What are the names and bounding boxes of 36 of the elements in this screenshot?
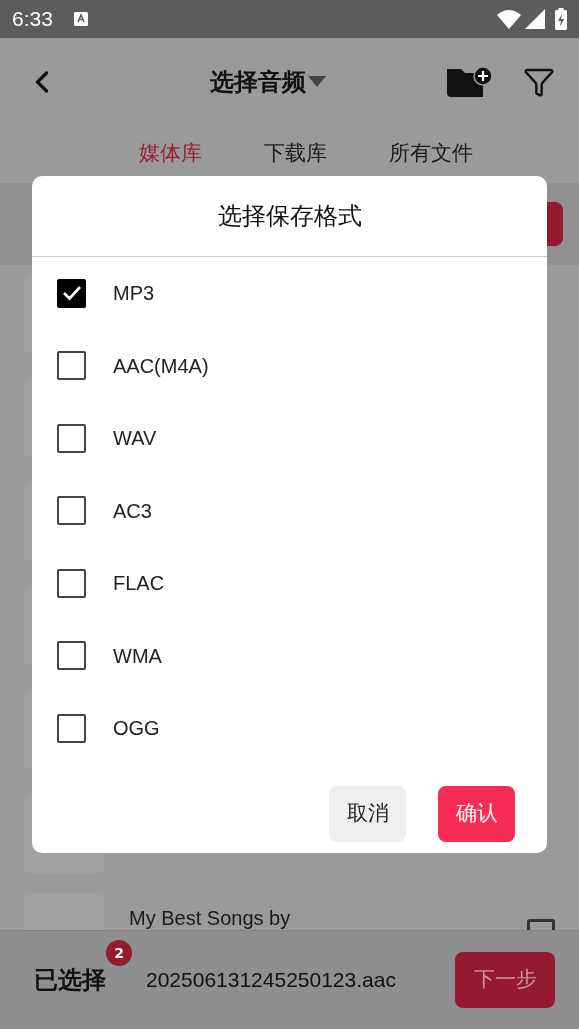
caret-icon <box>307 75 326 88</box>
dialog-title: 选择保存格式 <box>217 201 362 232</box>
format-option[interactable]: WAV <box>32 402 547 475</box>
format-option[interactable]: AC3 <box>32 474 547 547</box>
format-option[interactable]: FLAC <box>32 547 547 620</box>
cancel-button[interactable]: 取消 <box>329 785 406 842</box>
option-label: FLAC <box>113 571 165 597</box>
confirm-button[interactable]: 确认 <box>438 785 515 842</box>
option-label: WMA <box>113 643 162 669</box>
tab[interactable]: 下载库 <box>263 138 327 170</box>
option-label: OGG <box>113 716 160 742</box>
option-label: MP3 <box>113 281 155 307</box>
file-title: My Best Songs by <box>129 906 292 930</box>
wifi-icon <box>497 9 521 29</box>
checkbox[interactable] <box>57 278 86 308</box>
format-option[interactable]: MP3 <box>32 257 547 330</box>
tab[interactable]: 所有文件 <box>388 138 473 170</box>
title-dropdown[interactable]: 选择音频 <box>209 63 326 100</box>
format-option[interactable]: AAC(M4A) <box>32 329 547 402</box>
check-icon <box>61 285 82 302</box>
battery-icon <box>555 8 567 30</box>
count-badge: 2 <box>106 940 132 966</box>
format-option[interactable]: OGG <box>32 692 547 765</box>
option-label: WAV <box>113 426 157 452</box>
keyboard-icon <box>72 11 89 27</box>
checkbox[interactable] <box>57 423 86 453</box>
option-label: AC3 <box>113 498 152 524</box>
option-label: AAC(M4A) <box>113 353 209 379</box>
signal-icon <box>525 9 545 29</box>
selected-label: 已选择 <box>34 966 106 994</box>
checkbox[interactable] <box>57 351 86 381</box>
folder-add-icon[interactable] <box>445 64 493 99</box>
checkbox[interactable] <box>57 713 86 743</box>
selected-file: 202506131245250123.aac <box>146 967 397 994</box>
checkbox[interactable] <box>57 496 86 526</box>
status-time: 6:33 <box>12 6 53 33</box>
